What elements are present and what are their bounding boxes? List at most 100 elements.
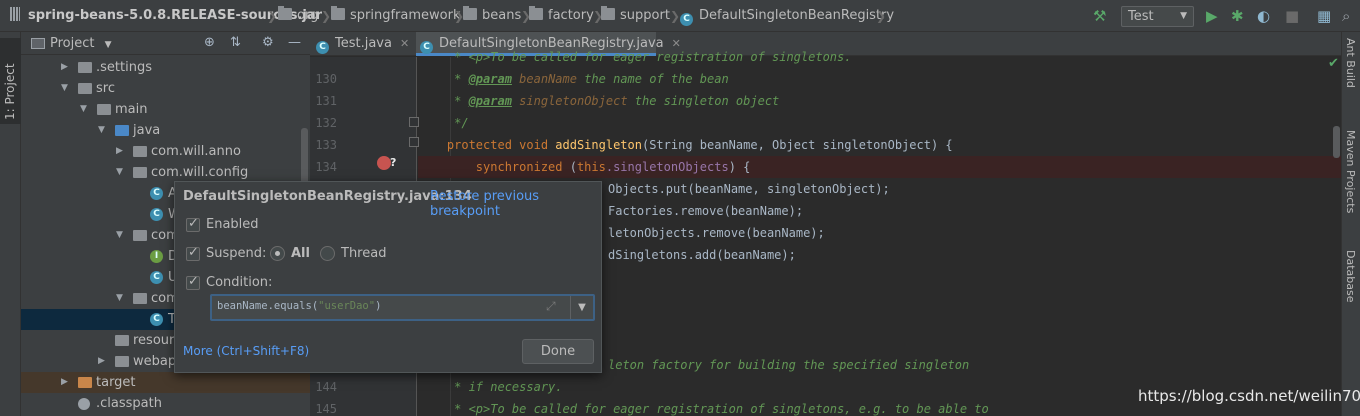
project-tool-window-button[interactable]: 1: Project [0, 38, 21, 124]
chevron-down-icon: ▼ [116, 167, 123, 177]
project-scrollbar[interactable] [301, 128, 308, 188]
breadcrumb-class[interactable]: C DefaultSingletonBeanRegistry [680, 0, 894, 32]
source-folder-icon [115, 125, 129, 136]
tree-item-package[interactable]: ▼ com.will.config [21, 162, 310, 183]
breadcrumb-separator: ❯ [267, 9, 278, 23]
suspend-all-label: All [291, 246, 310, 261]
project-structure-icon[interactable]: ▦ [1317, 7, 1331, 25]
ant-build-tool-button[interactable]: Ant Build [1344, 38, 1357, 88]
chevron-right-icon: ▶ [61, 377, 68, 387]
tree-item-java[interactable]: ▼ java [21, 120, 310, 141]
package-icon [133, 146, 147, 157]
file-icon [78, 398, 90, 410]
editor-scrollbar[interactable] [1333, 126, 1340, 158]
suspend-thread-label: Thread [341, 246, 387, 261]
condition-input[interactable]: beanName.equals("userDao") ⤢ ▼ [210, 294, 595, 321]
folder-icon [463, 6, 477, 20]
tree-item-settings[interactable]: ▶ .settings [21, 57, 310, 78]
project-folder-icon [31, 38, 45, 49]
class-icon: C [680, 13, 693, 26]
code-line: Factories.remove(beanName); [608, 204, 804, 218]
debug-bug-icon[interactable]: ✱ [1231, 7, 1244, 25]
folder-icon [97, 104, 111, 115]
tab-test-java[interactable]: C Test.java ✕ [316, 32, 414, 56]
suspend-thread-radio[interactable] [320, 246, 335, 261]
gear-icon[interactable]: ⚙ [262, 35, 274, 50]
close-icon[interactable]: ✕ [400, 37, 409, 50]
condition-checkbox[interactable] [186, 274, 200, 290]
database-tool-button[interactable]: Database [1344, 250, 1357, 303]
condition-history-dropdown[interactable]: ▼ [570, 296, 593, 319]
folder-icon [78, 62, 92, 73]
coverage-icon[interactable]: ◐ [1257, 7, 1270, 25]
chevron-down-icon: ▼ [98, 125, 105, 135]
breakpoint-settings-popup: DefaultSingletonBeanRegistry.java:134 Re… [174, 181, 602, 373]
class-icon: C [316, 41, 329, 54]
chevron-down-icon: ▼ [116, 293, 123, 303]
breadcrumb-beans[interactable]: beans [463, 0, 521, 32]
run-configuration-select[interactable]: Test ▼ [1121, 6, 1194, 27]
code-line: protected void addSingleton(String beanN… [446, 138, 953, 152]
more-options-link[interactable]: More (Ctrl+Shift+F8) [183, 344, 309, 358]
interface-icon: I [150, 250, 163, 263]
navigation-bar: spring-beans-5.0.8.RELEASE-sources.jar ❯… [0, 0, 1360, 32]
suspend-checkbox[interactable] [186, 245, 200, 261]
watermark-url: https://blog.csdn.net/weilin705 [1138, 387, 1360, 405]
project-view-select[interactable]: Project ▼ [50, 36, 112, 51]
tree-item-main[interactable]: ▼ main [21, 99, 310, 120]
collapse-all-icon[interactable]: ⇅ [230, 35, 241, 50]
breadcrumb-org[interactable]: org [278, 0, 318, 32]
tree-item-classpath[interactable]: .classpath [21, 393, 310, 414]
line-number: 145 [315, 402, 337, 416]
tree-item-target[interactable]: ▶ target [21, 372, 310, 393]
restore-breakpoint-link[interactable]: Restore previous breakpoint [430, 189, 601, 219]
breadcrumb-springframework[interactable]: springframework [331, 0, 460, 32]
breadcrumb-separator: ❯ [321, 9, 332, 23]
breadcrumb-factory[interactable]: factory [529, 0, 594, 32]
tree-item-package[interactable]: ▶ com.will.anno [21, 141, 310, 162]
tree-item-src[interactable]: ▼ src [21, 78, 310, 99]
search-icon[interactable]: ⌕ [1342, 7, 1350, 25]
run-icon[interactable]: ▶ [1206, 7, 1218, 25]
package-icon [133, 293, 147, 304]
maven-projects-tool-button[interactable]: Maven Projects [1344, 130, 1357, 213]
code-line: * <p>To be called for eager registration… [418, 50, 852, 64]
scroll-from-source-icon[interactable]: ⊕ [204, 35, 215, 50]
condition-expression: beanName.equals("userDao") [217, 300, 382, 312]
build-hammer-icon[interactable]: ⚒ [1093, 7, 1106, 25]
enabled-label: Enabled [206, 217, 259, 232]
code-line: Objects.put(beanName, singletonObject); [608, 182, 890, 196]
excluded-folder-icon [78, 377, 92, 388]
line-number: 134 [315, 160, 337, 174]
breakpoint-icon[interactable] [377, 156, 391, 170]
resources-folder-icon [115, 335, 129, 346]
done-button[interactable]: Done [522, 339, 594, 364]
breadcrumb-separator: ❯ [670, 9, 681, 23]
line-number: 131 [315, 94, 337, 108]
hide-icon[interactable]: — [288, 35, 301, 50]
enabled-checkbox[interactable] [186, 216, 200, 232]
folder-icon [529, 6, 543, 20]
chevron-right-icon: ▶ [61, 62, 68, 72]
breadcrumb-support[interactable]: support [601, 0, 670, 32]
code-line-breakpoint: synchronized (this.singletonObjects) { [418, 156, 1341, 178]
package-icon [133, 230, 147, 241]
chevron-down-icon: ▼ [116, 230, 123, 240]
conditional-breakpoint-marker-icon: ? [390, 156, 397, 169]
suspend-all-radio[interactable] [270, 246, 285, 261]
line-number: 130 [315, 72, 337, 86]
code-line: leton factory for building the specified… [608, 358, 970, 372]
stop-icon[interactable]: ■ [1285, 7, 1299, 25]
suspend-label: Suspend: [206, 246, 267, 261]
code-line: * @param singletonObject the singleton o… [418, 94, 780, 108]
class-icon: C [150, 271, 163, 284]
code-line: dSingletons.add(beanName); [608, 248, 796, 262]
code-line: * @param beanName the name of the bean [418, 72, 729, 86]
class-icon: C [150, 187, 163, 200]
project-panel-header: Project ▼ ⊕ ⇅ ⚙ — [21, 32, 310, 55]
expand-editor-icon[interactable]: ⤢ [546, 299, 556, 314]
jar-icon [10, 7, 20, 21]
chevron-down-icon: ▼ [104, 40, 112, 50]
package-icon [133, 167, 147, 178]
chevron-down-icon: ▼ [61, 83, 68, 93]
